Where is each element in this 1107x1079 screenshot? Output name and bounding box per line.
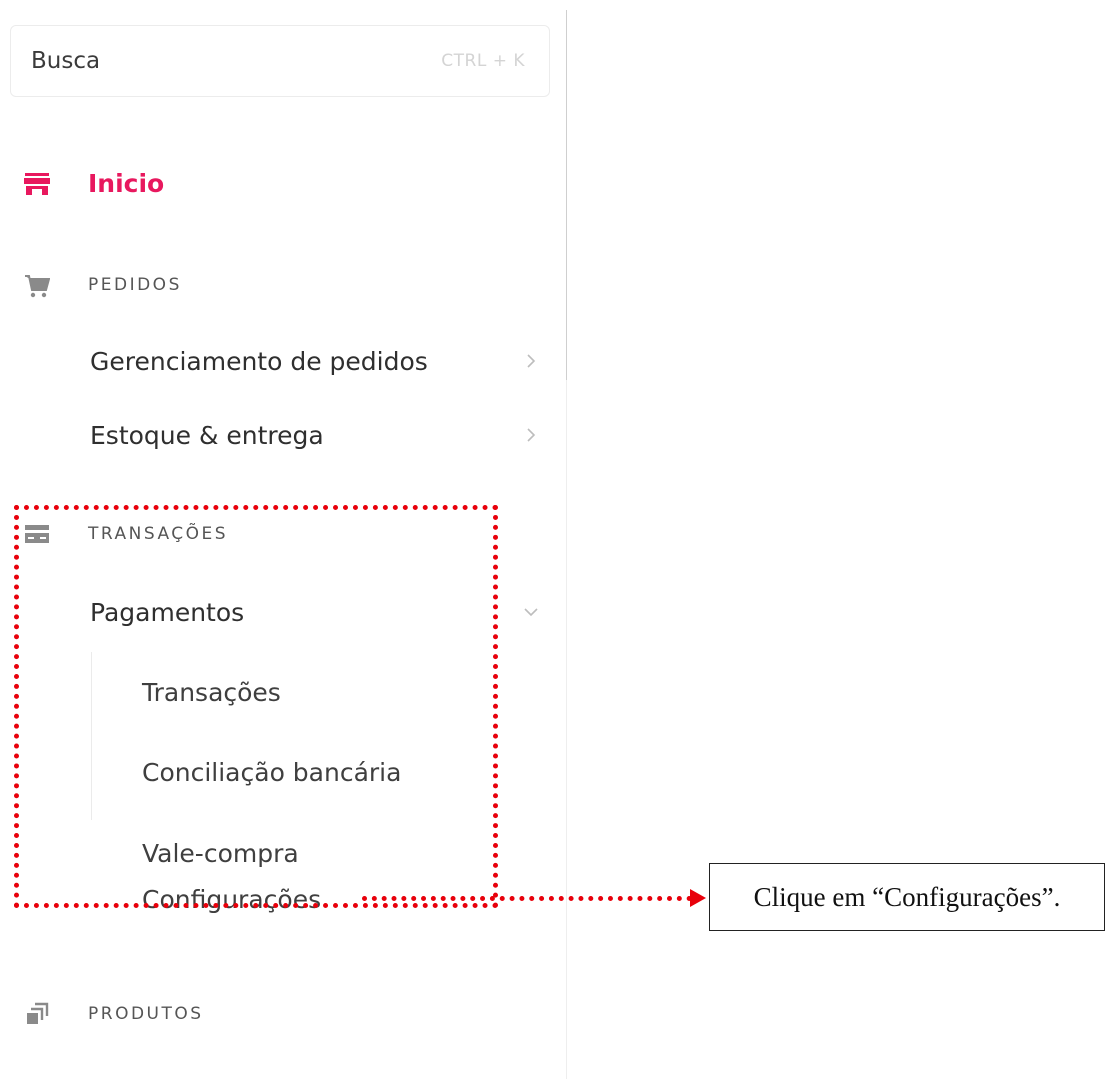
- annotation-arrow-head: [690, 889, 706, 907]
- section-produtos: PRODUTOS: [22, 996, 542, 1032]
- annotation-arrow-line: [362, 896, 692, 901]
- search-shortcut-hint: CTRL + K: [441, 51, 525, 71]
- nav-item-label: Gerenciamento de pedidos: [90, 346, 428, 376]
- nav-item-estoque-entrega[interactable]: Estoque & entrega: [90, 413, 550, 457]
- sidebar-divider-lower: [566, 380, 567, 1079]
- chevron-right-icon: [524, 354, 538, 368]
- store-icon: [22, 168, 52, 198]
- section-pedidos: PEDIDOS: [22, 267, 542, 303]
- sidebar-divider: [566, 10, 567, 380]
- chevron-down-icon: [524, 605, 538, 619]
- nav-item-gerenciamento-pedidos[interactable]: Gerenciamento de pedidos: [90, 339, 550, 383]
- search-placeholder: Busca: [31, 48, 101, 74]
- annotation-callout: Clique em “Configurações”.: [709, 863, 1105, 931]
- nav-item-label: Estoque & entrega: [90, 420, 324, 450]
- nav-item-home[interactable]: Inicio: [22, 160, 542, 206]
- chevron-right-icon: [524, 428, 538, 442]
- section-pedidos-label: PEDIDOS: [88, 275, 182, 295]
- annotation-callout-text: Clique em “Configurações”.: [753, 881, 1061, 912]
- products-icon: [22, 999, 52, 1029]
- section-produtos-label: PRODUTOS: [88, 1004, 204, 1024]
- annotation-highlight-box: [14, 505, 498, 908]
- cart-icon: [22, 270, 52, 300]
- nav-home-label: Inicio: [88, 168, 165, 198]
- search-input[interactable]: Busca CTRL + K: [10, 25, 550, 97]
